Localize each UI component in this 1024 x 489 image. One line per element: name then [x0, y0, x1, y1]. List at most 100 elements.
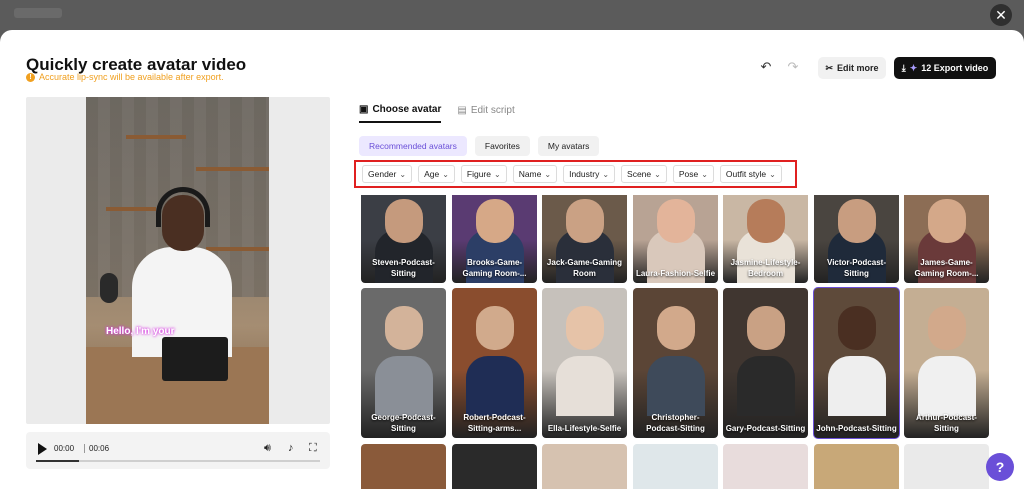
filter-age-label: Age: [424, 169, 440, 179]
filter-age[interactable]: Age ⌄: [418, 165, 455, 183]
avatar-card[interactable]: Arthur-Podcast-Sitting: [904, 288, 989, 438]
avatar-name: Brooks-Game-Gaming Room-...: [462, 258, 527, 278]
close-icon[interactable]: ✕: [990, 4, 1012, 26]
filter-pose[interactable]: Pose ⌄: [672, 165, 714, 183]
tab-choose-avatar[interactable]: ▣ Choose avatar: [359, 104, 442, 123]
avatar-card[interactable]: [542, 444, 627, 489]
chevron-down-icon: ⌄: [701, 169, 708, 179]
tab-edit-script[interactable]: ▤ Edit script: [457, 104, 514, 123]
chevron-down-icon: ⌄: [399, 169, 407, 179]
avatar-card[interactable]: Christopher-Podcast-Sitting: [633, 288, 718, 438]
avatar-card[interactable]: John-Podcast-Sitting: [813, 287, 900, 439]
avatar-face: [838, 198, 876, 243]
tab-edit-script-label: Edit script: [470, 105, 515, 116]
avatar-name: John-Podcast-Sitting: [816, 423, 897, 433]
avatar-card[interactable]: James-Game-Gaming Room-...: [904, 195, 989, 283]
avatar-figure: [375, 355, 433, 416]
progress-track[interactable]: [36, 460, 320, 462]
avatar-face: [838, 306, 876, 350]
avatar-card[interactable]: Jack-Game-Gaming Room: [542, 195, 627, 283]
chip-my-avatars[interactable]: My avatars: [537, 136, 600, 156]
filter-gender[interactable]: Gender ⌄: [362, 165, 413, 183]
avatar-card[interactable]: [904, 444, 989, 489]
filter-name[interactable]: Name ⌄: [512, 165, 558, 183]
chip-favorites[interactable]: Favorites: [474, 136, 530, 156]
avatar-card[interactable]: Steven-Podcast-Sitting: [361, 195, 446, 283]
avatar-name: James-Game-Gaming Room-...: [914, 258, 979, 278]
avatar-video-modal: Quickly create avatar video ! Accurate l…: [0, 30, 1024, 489]
filter-figure[interactable]: Figure ⌄: [460, 165, 507, 183]
avatar-name: Laura-Fashion-Selfie: [635, 268, 716, 278]
avatar-face: [385, 306, 423, 350]
subtitle-caption: Hello, I'm your: [106, 326, 175, 337]
avatar-name: Jasmine-Lifestyle-Bedroom: [730, 258, 801, 278]
tiktok-icon[interactable]: ♪: [288, 442, 294, 454]
chevron-down-icon: ⌄: [544, 169, 552, 179]
avatar-face: [476, 198, 514, 243]
time-separator: [84, 444, 85, 453]
warning-icon: !: [26, 72, 35, 82]
avatar-preview-image: Hello, I'm your: [86, 97, 269, 424]
redo-icon[interactable]: ↷: [786, 59, 800, 74]
avatar-face: [566, 306, 604, 350]
avatar-card[interactable]: Brooks-Game-Gaming Room-...: [452, 195, 537, 283]
avatar-card[interactable]: George-Podcast-Sitting: [361, 288, 446, 438]
video-preview: Hello, I'm your: [26, 97, 330, 424]
fullscreen-icon[interactable]: ⛶: [309, 442, 317, 455]
chip-recommended-avatars[interactable]: Recommended avatars: [359, 136, 467, 156]
volume-icon[interactable]: 🔊︎: [264, 442, 271, 455]
avatar-card[interactable]: Laura-Fashion-Selfie: [633, 195, 718, 283]
avatar-category-chips: Recommended avatars Favorites My avatars: [359, 136, 600, 156]
avatar-name: Gary-Podcast-Sitting: [725, 423, 806, 433]
avatar-face: [657, 306, 695, 350]
avatar-card[interactable]: Jasmine-Lifestyle-Bedroom: [723, 195, 808, 283]
avatar-figure: [737, 355, 795, 416]
play-icon[interactable]: [38, 443, 47, 455]
current-time: 00:00: [54, 444, 75, 453]
avatar-face: [566, 198, 604, 243]
avatar-grid: Steven-Podcast-Sitting Brooks-Game-Gaming…: [361, 195, 993, 489]
avatar-card[interactable]: [452, 444, 537, 489]
avatar-name: Victor-Podcast-Sitting: [827, 258, 886, 278]
filter-outfit-style[interactable]: Outfit style ⌄: [719, 165, 782, 183]
help-icon[interactable]: ?: [986, 453, 1014, 481]
filter-scene[interactable]: Scene ⌄: [621, 165, 667, 183]
avatar-card[interactable]: Ella-Lifestyle-Selfie: [542, 288, 627, 438]
avatar-name: Jack-Game-Gaming Room: [546, 258, 623, 278]
chevron-down-icon: ⌄: [654, 169, 661, 179]
avatar-card[interactable]: Gary-Podcast-Sitting: [723, 288, 808, 438]
filter-pose-label: Pose: [678, 169, 699, 179]
avatar-card[interactable]: [814, 444, 899, 489]
edit-more-button[interactable]: ✂ Edit more: [818, 57, 886, 79]
undo-icon[interactable]: ↶: [759, 59, 773, 74]
avatar-card[interactable]: [633, 444, 718, 489]
avatar-figure: [918, 355, 976, 416]
person-card-icon: ▣: [359, 104, 369, 115]
avatar-face: [928, 306, 966, 350]
avatar-card[interactable]: Victor-Podcast-Sitting: [814, 195, 899, 283]
edit-more-label: Edit more: [837, 63, 879, 73]
avatar-name: Arthur-Podcast-Sitting: [916, 413, 977, 433]
export-video-button[interactable]: ⤓ ✦ 12 Export video: [894, 57, 996, 79]
avatar-face: [657, 198, 695, 243]
filter-gender-label: Gender: [368, 169, 397, 179]
chevron-down-icon: ⌄: [442, 169, 449, 179]
export-video-label: 12 Export video: [921, 63, 989, 73]
panel-tabs: ▣ Choose avatar ▤ Edit script: [359, 104, 515, 123]
avatar-name: Steven-Podcast-Sitting: [372, 258, 435, 278]
tab-choose-avatar-label: Choose avatar: [372, 104, 442, 115]
avatar-figure: [556, 355, 614, 416]
avatar-face: [476, 306, 514, 350]
filter-industry-label: Industry: [569, 169, 600, 179]
avatar-face: [928, 198, 966, 243]
filter-industry[interactable]: Industry ⌄: [563, 165, 616, 183]
chevron-down-icon: ⌄: [493, 169, 501, 179]
avatar-figure: [466, 355, 524, 416]
avatar-card[interactable]: Robert-Podcast-Sitting-arms...: [452, 288, 537, 438]
download-icon: ⤓: [901, 62, 906, 73]
avatar-card[interactable]: [723, 444, 808, 489]
filter-scene-label: Scene: [627, 169, 652, 179]
filter-outfit-style-label: Outfit style: [725, 169, 767, 179]
avatar-card[interactable]: [361, 444, 446, 489]
chevron-down-icon: ⌄: [769, 169, 776, 179]
